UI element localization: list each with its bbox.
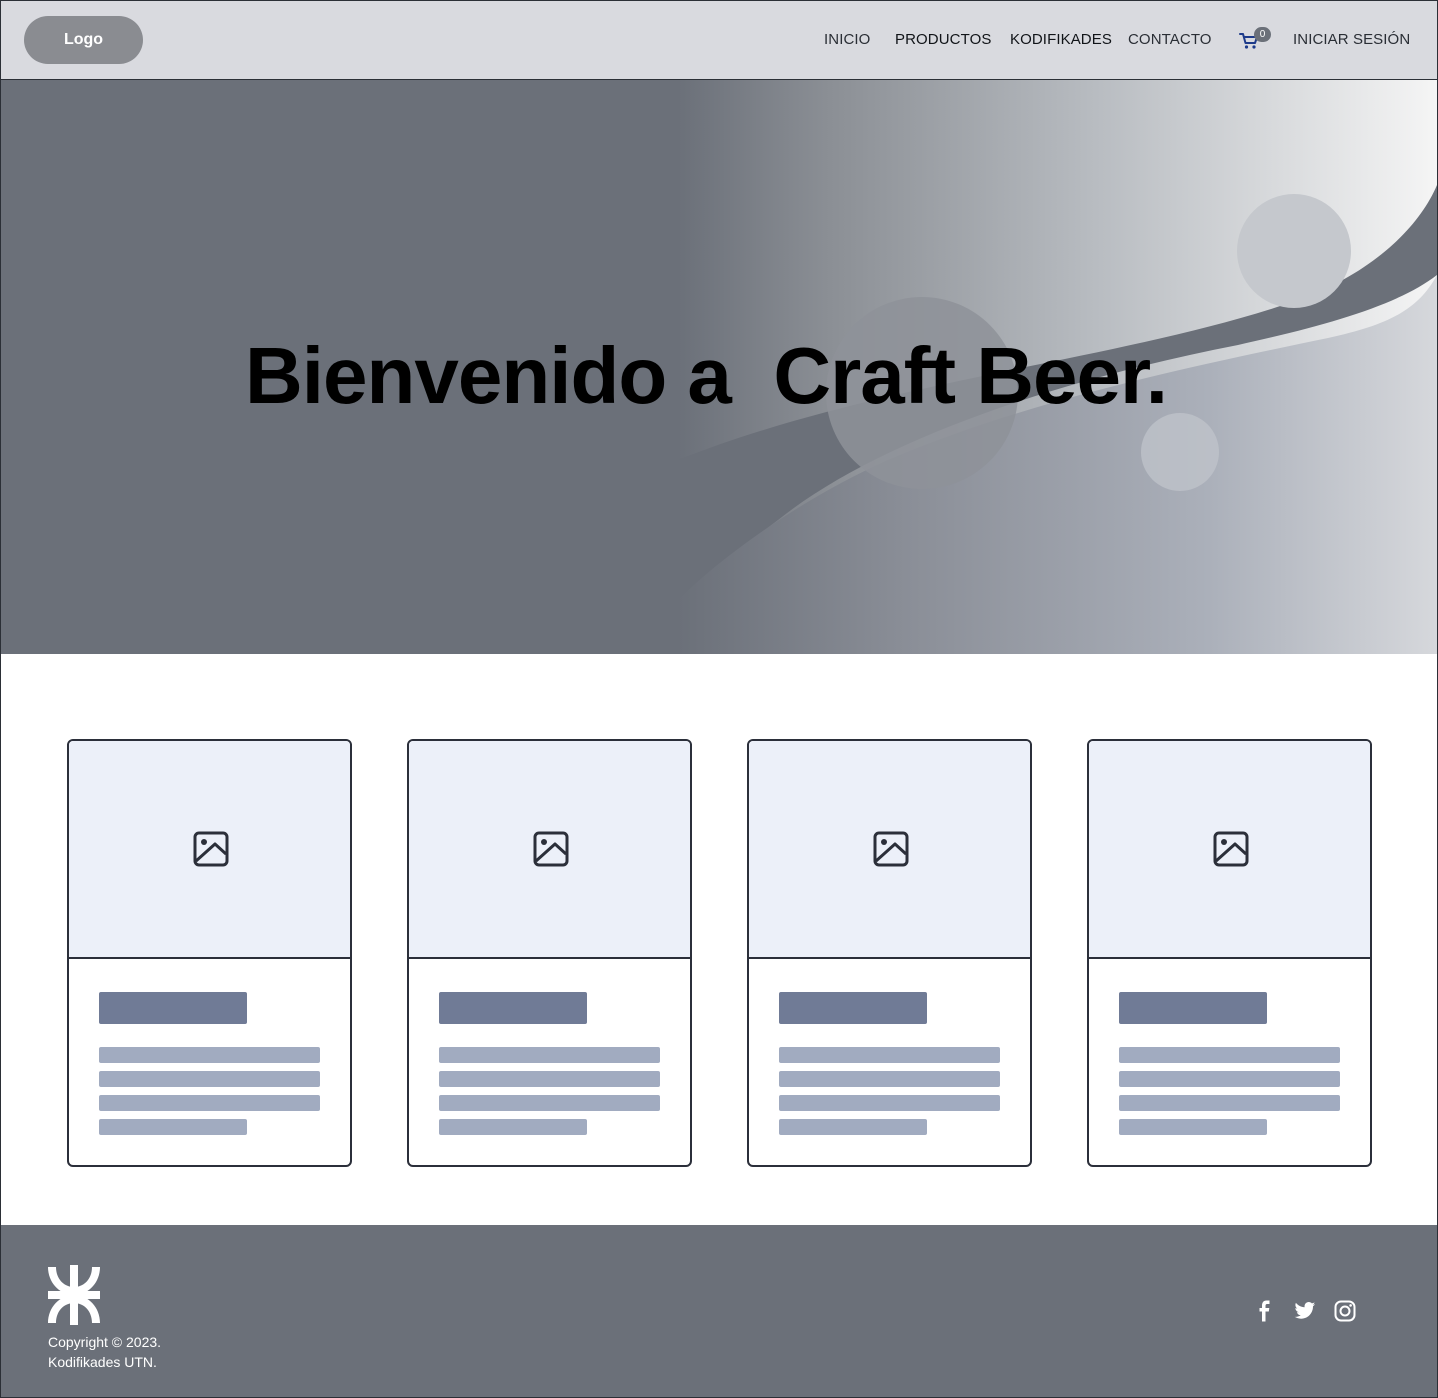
- card-image-placeholder: [69, 741, 350, 959]
- product-card[interactable]: [1087, 739, 1372, 1167]
- card-title-placeholder: [1119, 992, 1267, 1024]
- image-placeholder-icon: [533, 831, 569, 867]
- instagram-icon[interactable]: [1334, 1300, 1356, 1322]
- card-text-line: [1119, 1119, 1267, 1135]
- nav-contacto[interactable]: CONTACTO: [1128, 31, 1212, 48]
- card-text-line: [1119, 1047, 1340, 1063]
- utn-logo-icon: [48, 1265, 100, 1325]
- nav-login[interactable]: INICIAR SESIÓN: [1293, 31, 1410, 48]
- card-text-line: [1119, 1071, 1340, 1087]
- card-text-line: [439, 1119, 587, 1135]
- card-text-line: [99, 1119, 247, 1135]
- page: Logo INICIO PRODUCTOS KODIFIKADES CONTAC…: [0, 0, 1438, 1398]
- card-text-line: [99, 1095, 320, 1111]
- card-text-line: [99, 1047, 320, 1063]
- card-title-placeholder: [439, 992, 587, 1024]
- product-card[interactable]: [747, 739, 1032, 1167]
- image-placeholder-icon: [193, 831, 229, 867]
- hero-banner: Bienvenido a Craft Beer.: [1, 80, 1437, 654]
- cart-button[interactable]: 0: [1239, 27, 1275, 53]
- card-text-line: [779, 1047, 1000, 1063]
- card-text-line: [99, 1071, 320, 1087]
- card-image-placeholder: [409, 741, 690, 959]
- card-text-line: [439, 1047, 660, 1063]
- site-footer: Copyright © 2023. Kodifikades UTN.: [1, 1225, 1437, 1397]
- card-text-line: [439, 1071, 660, 1087]
- nav-kodifikades[interactable]: KODIFIKADES: [1010, 31, 1112, 48]
- nav-inicio[interactable]: INICIO: [824, 31, 870, 48]
- card-text-line: [439, 1095, 660, 1111]
- facebook-icon[interactable]: [1254, 1300, 1276, 1322]
- logo-button[interactable]: Logo: [24, 16, 143, 64]
- site-header: Logo INICIO PRODUCTOS KODIFIKADES CONTAC…: [1, 1, 1437, 80]
- image-placeholder-icon: [873, 831, 909, 867]
- card-title-placeholder: [99, 992, 247, 1024]
- copyright-text: Copyright © 2023. Kodifikades UTN.: [48, 1332, 161, 1372]
- hero-title: Bienvenido a Craft Beer.: [245, 331, 1168, 420]
- twitter-icon[interactable]: [1294, 1300, 1316, 1322]
- card-text-line: [779, 1071, 1000, 1087]
- copyright-company: Kodifikades UTN.: [48, 1354, 157, 1370]
- card-text-line: [779, 1095, 1000, 1111]
- card-image-placeholder: [749, 741, 1030, 959]
- cart-count-badge: 0: [1254, 27, 1271, 42]
- product-card[interactable]: [67, 739, 352, 1167]
- product-card[interactable]: [407, 739, 692, 1167]
- card-text-line: [1119, 1095, 1340, 1111]
- card-text-line: [779, 1119, 927, 1135]
- image-placeholder-icon: [1213, 831, 1249, 867]
- card-image-placeholder: [1089, 741, 1370, 959]
- copyright-line: Copyright © 2023.: [48, 1334, 162, 1350]
- nav-productos[interactable]: PRODUCTOS: [895, 31, 991, 48]
- card-title-placeholder: [779, 992, 927, 1024]
